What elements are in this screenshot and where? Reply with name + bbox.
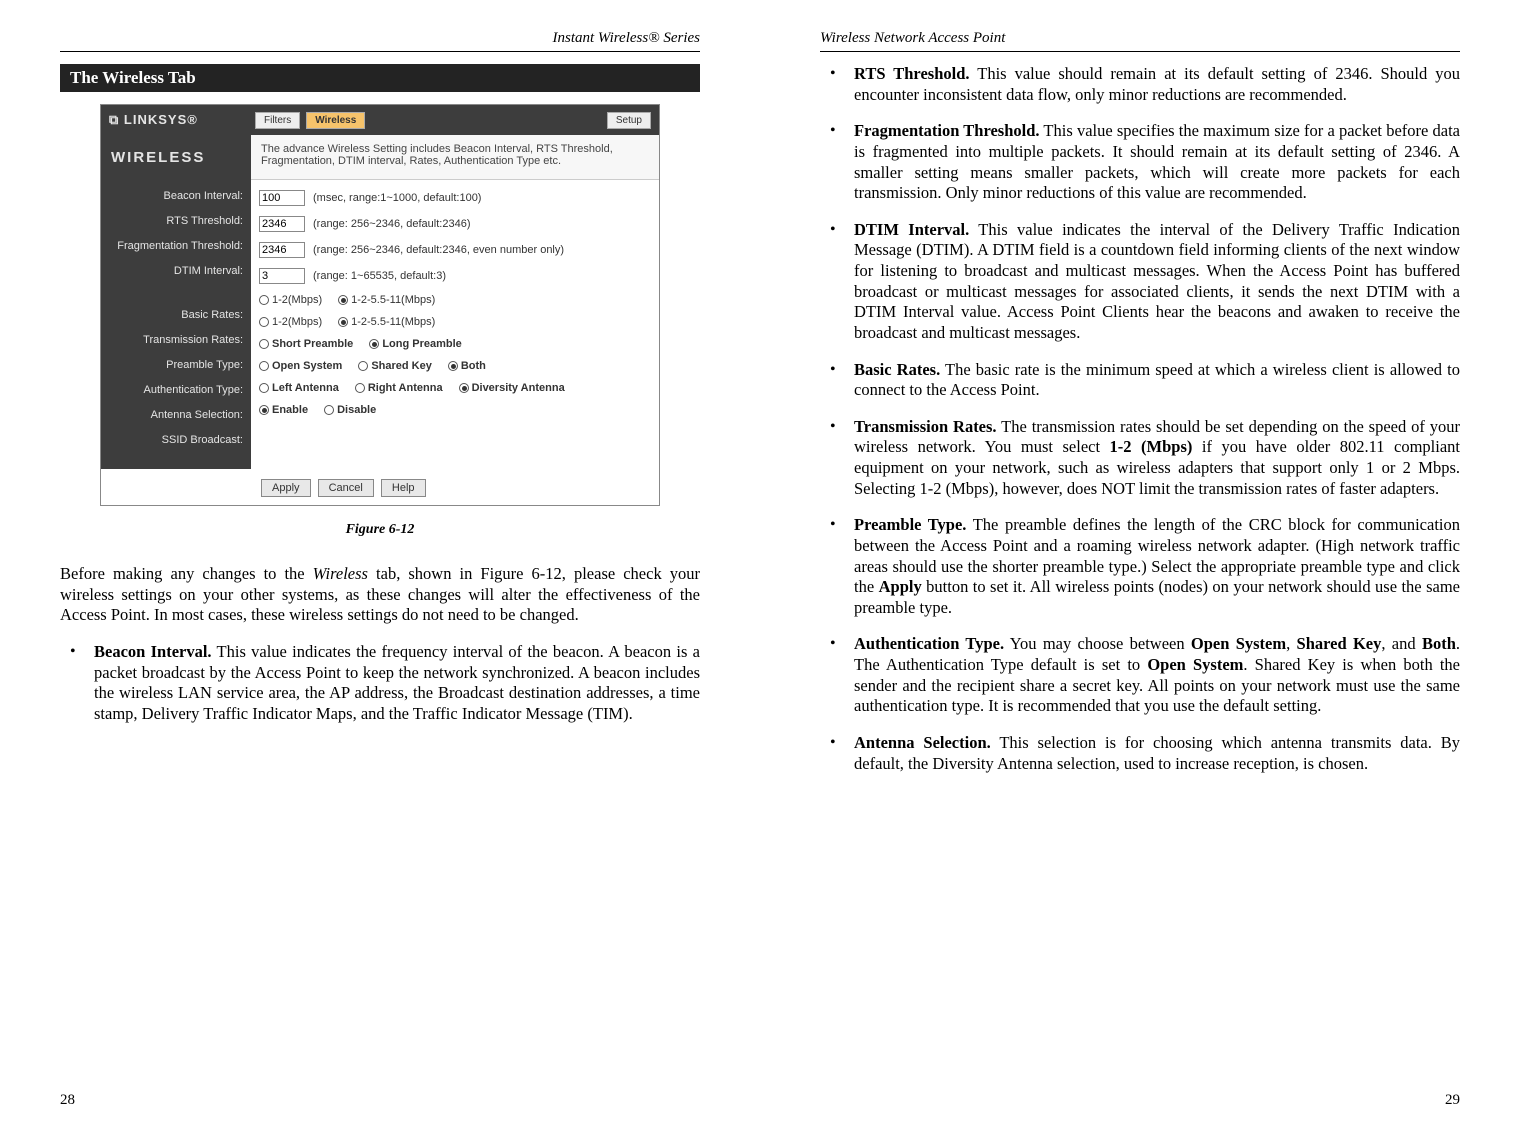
apply-button[interactable]: Apply: [261, 479, 311, 497]
page-header-right: Wireless Network Access Point: [820, 30, 1460, 47]
beacon-input[interactable]: [259, 190, 305, 206]
page-header-left: Instant Wireless® Series: [60, 30, 700, 47]
auth-both[interactable]: Both: [448, 360, 486, 372]
left-body-text: Before making any changes to the Wireles…: [60, 564, 700, 740]
ss-fields-col: (msec, range:1~1000, default:100) (range…: [251, 180, 659, 469]
trans-rate-1-2[interactable]: 1-2(Mbps): [259, 316, 322, 328]
bullet-frag: Fragmentation Threshold. This value spec…: [820, 121, 1460, 204]
label-beacon: Beacon Interval:: [109, 190, 243, 202]
bullet-dtim: DTIM Interval. This value indicates the …: [820, 220, 1460, 344]
basic-rate-1-2[interactable]: 1-2(Mbps): [259, 294, 322, 306]
ssid-disable[interactable]: Disable: [324, 404, 376, 416]
label-antenna: Antenna Selection:: [109, 409, 243, 421]
setup-button[interactable]: Setup: [607, 112, 651, 129]
dtim-hint: (range: 1~65535, default:3): [313, 270, 446, 282]
ss-description: The advance Wireless Setting includes Be…: [251, 135, 659, 180]
rts-hint: (range: 256~2346, default:2346): [313, 218, 471, 230]
bullet-rts: RTS Threshold. This value should remain …: [820, 64, 1460, 105]
basic-rate-all[interactable]: 1-2-5.5-11(Mbps): [338, 294, 435, 306]
ssid-enable[interactable]: Enable: [259, 404, 308, 416]
tab-filters[interactable]: Filters: [255, 112, 300, 129]
dtim-input[interactable]: [259, 268, 305, 284]
header-rule: [60, 51, 700, 52]
label-preamble: Preamble Type:: [109, 359, 243, 371]
auth-open[interactable]: Open System: [259, 360, 342, 372]
bullet-preamble-type: Preamble Type. The preamble defines the …: [820, 515, 1460, 618]
preamble-long[interactable]: Long Preamble: [369, 338, 461, 350]
label-auth: Authentication Type:: [109, 384, 243, 396]
label-trans: Transmission Rates:: [109, 334, 243, 346]
auth-shared[interactable]: Shared Key: [358, 360, 432, 372]
tab-wireless[interactable]: Wireless: [306, 112, 365, 129]
label-ssid: SSID Broadcast:: [109, 434, 243, 446]
ss-top-bar: ⧉ LINKSYS® Filters Wireless Setup: [101, 105, 659, 135]
frag-input[interactable]: [259, 242, 305, 258]
ss-button-row: Apply Cancel Help: [101, 469, 659, 505]
bullet-authentication-type: Authentication Type. You may choose betw…: [820, 634, 1460, 717]
page-right: Wireless Network Access Point RTS Thresh…: [760, 0, 1520, 1129]
intro-paragraph: Before making any changes to the Wireles…: [60, 564, 700, 626]
right-body-text: RTS Threshold. This value should remain …: [820, 64, 1460, 790]
page-number-right: 29: [820, 1092, 1460, 1109]
linksys-logo: ⧉ LINKSYS®: [109, 112, 249, 128]
bullet-antenna-selection: Antenna Selection. This selection is for…: [820, 733, 1460, 774]
label-frag: Fragmentation Threshold:: [109, 240, 243, 252]
ss-labels-col: Beacon Interval: RTS Threshold: Fragment…: [101, 180, 251, 469]
figure-caption: Figure 6-12: [60, 522, 700, 538]
bullet-transmission-rates: Transmission Rates. The transmission rat…: [820, 417, 1460, 500]
antenna-left[interactable]: Left Antenna: [259, 382, 339, 394]
cancel-button[interactable]: Cancel: [318, 479, 374, 497]
antenna-right[interactable]: Right Antenna: [355, 382, 443, 394]
frag-hint: (range: 256~2346, default:2346, even num…: [313, 244, 564, 256]
antenna-diversity[interactable]: Diversity Antenna: [459, 382, 565, 394]
wireless-settings-screenshot: ⧉ LINKSYS® Filters Wireless Setup WIRELE…: [100, 104, 660, 506]
section-title: The Wireless Tab: [60, 64, 700, 92]
header-rule: [820, 51, 1460, 52]
page-number-left: 28: [60, 1092, 700, 1109]
page-left: Instant Wireless® Series The Wireless Ta…: [0, 0, 760, 1129]
beacon-hint: (msec, range:1~1000, default:100): [313, 192, 481, 204]
help-button[interactable]: Help: [381, 479, 426, 497]
label-rts: RTS Threshold:: [109, 215, 243, 227]
label-basic: Basic Rates:: [109, 309, 243, 321]
rts-input[interactable]: [259, 216, 305, 232]
preamble-short[interactable]: Short Preamble: [259, 338, 353, 350]
trans-rate-all[interactable]: 1-2-5.5-11(Mbps): [338, 316, 435, 328]
bullet-beacon-interval: Beacon Interval. This value indicates th…: [60, 642, 700, 725]
label-dtim: DTIM Interval:: [109, 265, 243, 277]
sidebar-wireless-title: WIRELESS: [101, 135, 251, 180]
bullet-basic-rates: Basic Rates. The basic rate is the minim…: [820, 360, 1460, 401]
